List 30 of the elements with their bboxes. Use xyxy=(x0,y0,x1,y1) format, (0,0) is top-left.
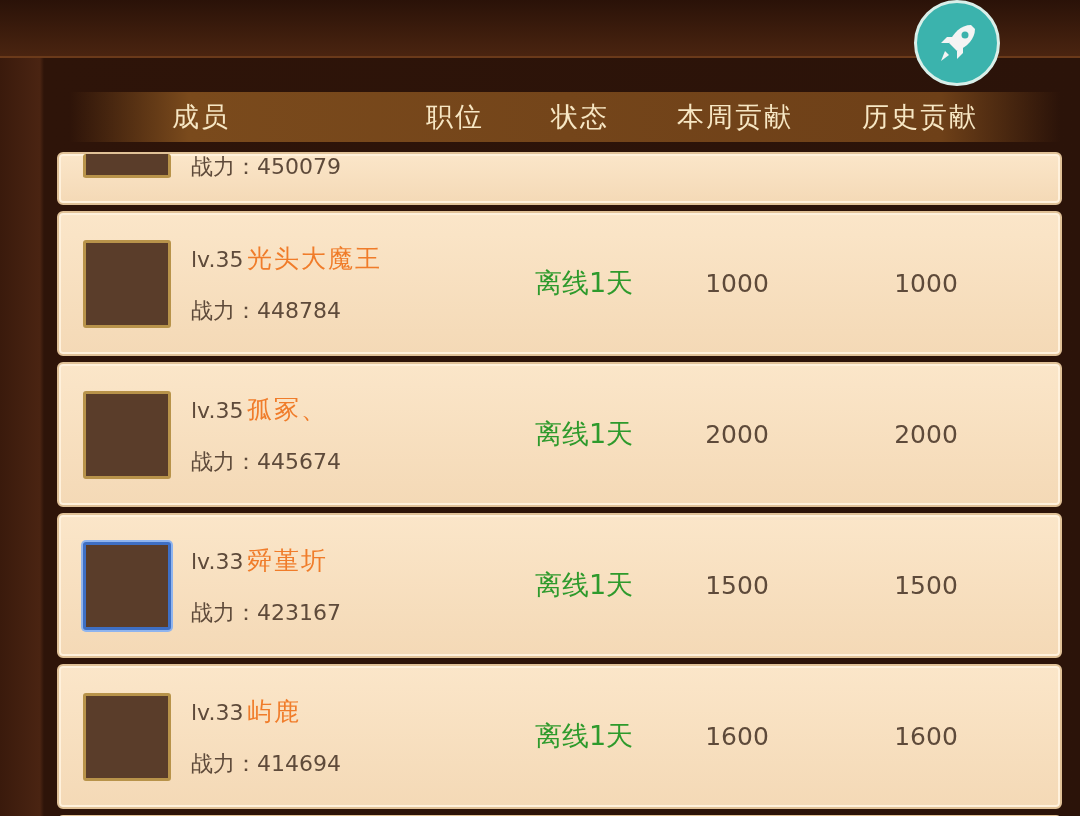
status-text: 离线1天 xyxy=(533,719,635,754)
column-header: 历史贡献 xyxy=(861,99,979,134)
power-text: 战力：423167 xyxy=(191,598,342,627)
column-header: 成员 xyxy=(171,99,231,134)
player-name: 舜堇圻 xyxy=(247,545,329,578)
column-header: 本周贡献 xyxy=(676,99,794,134)
status-text: 离线1天 xyxy=(533,417,635,452)
column-header: 职位 xyxy=(425,99,485,134)
power-text: 战力：414694 xyxy=(191,749,342,778)
power-text: 战力：445674 xyxy=(191,447,342,476)
player-name: 屿鹿 xyxy=(247,696,302,729)
total-contribution: 1500 xyxy=(893,569,959,602)
level-text: lv.35 xyxy=(191,246,244,275)
column-header: 状态 xyxy=(549,99,610,134)
player-name: 光头大魔王 xyxy=(247,243,383,276)
total-contribution: 1000 xyxy=(893,267,959,300)
weekly-contribution: 1600 xyxy=(704,720,770,753)
status-text: 离线1天 xyxy=(533,266,635,301)
player-name: 孤冢、 xyxy=(247,394,329,427)
level-text: lv.35 xyxy=(191,397,244,426)
total-contribution: 2000 xyxy=(893,418,959,451)
weekly-contribution: 1500 xyxy=(704,569,770,602)
weekly-contribution: 2000 xyxy=(704,418,770,451)
power-text: 战力：448784 xyxy=(191,296,342,325)
level-text: lv.33 xyxy=(191,699,244,728)
total-contribution: 1600 xyxy=(893,720,959,753)
weekly-contribution: 1000 xyxy=(704,267,770,300)
level-text: lv.33 xyxy=(191,548,244,577)
power-text: 战力：450079 xyxy=(191,153,342,181)
status-text: 离线1天 xyxy=(533,568,635,603)
